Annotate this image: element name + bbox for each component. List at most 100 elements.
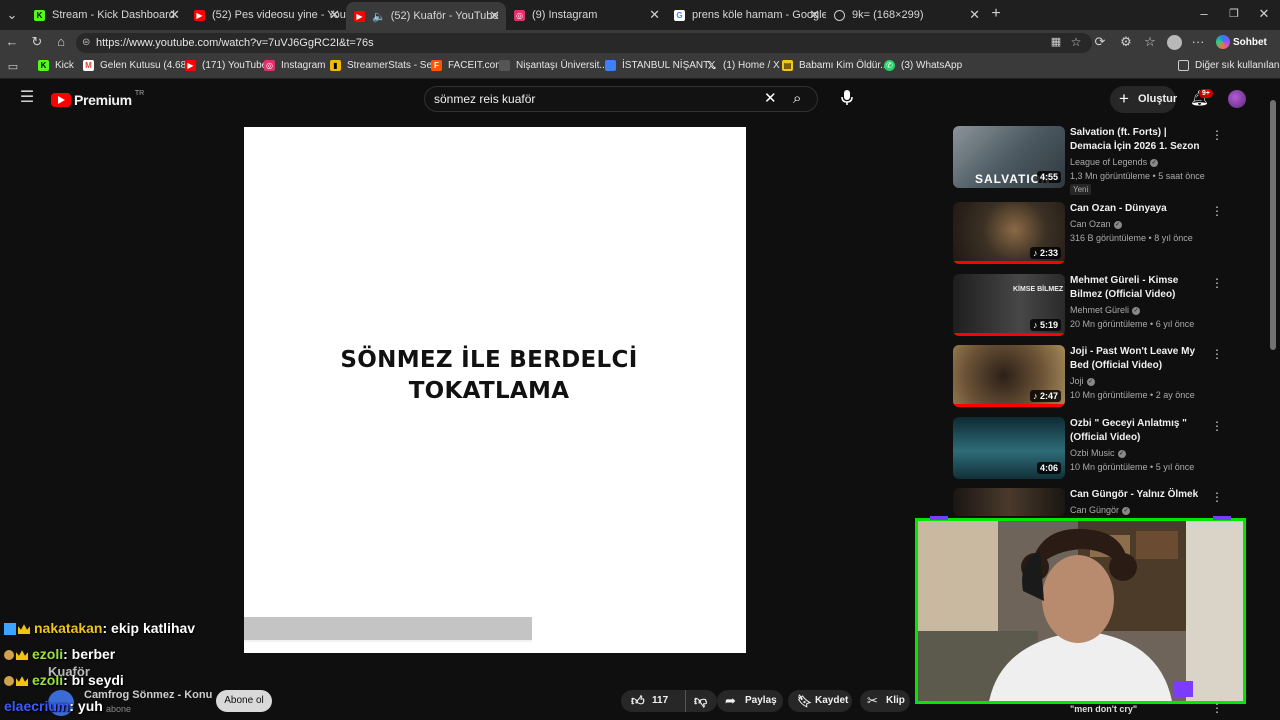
refresh-extension-icon[interactable]: ⟳ xyxy=(1093,34,1107,50)
browser-tab[interactable]: ▶ (52) Pes videosu yine - YouTube ✕ xyxy=(186,4,346,26)
maximize-icon[interactable]: ❐ xyxy=(1226,6,1242,22)
favorites-icon[interactable]: ☆ xyxy=(1143,34,1157,50)
bookmark-item[interactable]: Nişantaşı Üniversit... xyxy=(499,60,608,71)
plus-icon: + xyxy=(1119,89,1129,108)
watched-progress-bar xyxy=(953,333,1065,336)
share-button[interactable]: ➦ Paylaş xyxy=(717,690,783,712)
related-video-card[interactable]: SALVATION 4:55 Salvation (ft. Forts) | D… xyxy=(953,126,1223,195)
video-thumbnail[interactable]: 4:06 xyxy=(953,417,1065,479)
more-options-icon[interactable]: ⋮ xyxy=(1211,347,1223,361)
more-options-icon[interactable]: ⋮ xyxy=(1211,701,1223,715)
more-options-icon[interactable]: ⋮ xyxy=(1211,419,1223,433)
kick-icon: K xyxy=(34,9,45,21)
close-tab-icon[interactable]: ✕ xyxy=(649,7,660,23)
gmail-icon: M xyxy=(83,60,94,71)
watched-progress-bar xyxy=(953,261,1065,264)
sidebar-toggle-icon[interactable]: ▭ xyxy=(6,59,20,75)
crown-badge-icon xyxy=(16,650,28,661)
hamburger-menu-icon[interactable]: ☰ xyxy=(18,90,36,106)
bookmark-item[interactable]: ✆ (3) WhatsApp xyxy=(884,60,962,71)
related-video-card[interactable]: ♪ 2:33 Can Ozan - Dünyaya Can Ozan ✓ 316 … xyxy=(953,202,1223,268)
more-options-icon[interactable]: ⋮ xyxy=(1211,128,1223,142)
more-menu-icon[interactable]: ··· xyxy=(1191,34,1205,50)
bookmark-save-icon: 🔖︎ xyxy=(797,694,813,708)
browser-tab[interactable]: 9k= (168×299) ✕ xyxy=(826,4,986,26)
back-icon[interactable]: ← xyxy=(4,34,20,50)
bookmark-item[interactable]: 𝕏 (1) Home / X xyxy=(706,60,780,72)
search-icon[interactable]: ⌕ xyxy=(793,87,801,111)
save-button[interactable]: 🔖︎ Kaydet xyxy=(788,690,852,712)
related-video-card[interactable]: ♪ 2:47 Joji - Past Won't Leave My Bed (O… xyxy=(953,345,1223,411)
browser-tab[interactable]: G prens köle hamam - Google'da Ar ✕ xyxy=(666,4,826,26)
youtube-premium-logo[interactable]: Premium TR xyxy=(51,90,144,109)
page-scrollbar[interactable] xyxy=(1270,100,1276,350)
favorite-star-icon[interactable]: ☆ xyxy=(1069,34,1083,50)
bookmark-item[interactable]: ▮ StreamerStats - Se... xyxy=(330,60,440,71)
copilot-icon xyxy=(1216,35,1230,49)
voice-search-icon[interactable] xyxy=(840,90,854,106)
watched-progress-bar xyxy=(953,404,1065,407)
copilot-button[interactable]: Sohbet et xyxy=(1213,33,1277,67)
more-options-icon[interactable]: ⋮ xyxy=(1211,276,1223,290)
close-window-icon[interactable]: ✕ xyxy=(1256,6,1272,22)
video-thumbnail[interactable]: KİMSE BİLMEZ ♪ 5:19 xyxy=(953,274,1065,336)
video-thumbnail[interactable]: ♪ 2:47 xyxy=(953,345,1065,407)
share-icon: ➦ xyxy=(725,693,736,708)
extensions-icon[interactable]: ⚙ xyxy=(1119,34,1133,50)
tab-search-icon[interactable]: ⌄ xyxy=(4,7,20,23)
bookmark-item[interactable]: F FACEIT.com xyxy=(431,60,504,71)
subscribe-button[interactable]: Abone ol xyxy=(216,690,272,712)
video-thumbnail[interactable] xyxy=(953,488,1065,516)
video-player[interactable]: SÖNMEZ İLE BERDELCİ TOKATLAMA xyxy=(244,127,746,653)
whatsapp-icon: ✆ xyxy=(884,60,895,71)
speaker-icon[interactable]: 🔈 xyxy=(372,10,386,23)
clip-button[interactable]: ✂ Klip xyxy=(860,690,910,712)
reload-icon[interactable]: ↻ xyxy=(29,34,45,50)
user-badge-icon xyxy=(4,676,14,687)
close-tab-icon[interactable]: ✕ xyxy=(969,7,980,23)
other-bookmarks-folder[interactable]: Diğer sık kullanılan xyxy=(1178,60,1279,71)
related-video-card[interactable]: 4:06 Ozbi " Geceyi Anlatmış " (Official … xyxy=(953,417,1223,483)
bookmark-item[interactable]: ▤ Babamı Kim Öldür... xyxy=(782,60,888,71)
avatar[interactable] xyxy=(1167,35,1182,50)
close-tab-icon[interactable]: ✕ xyxy=(329,7,340,23)
browser-tab[interactable]: ◎ (9) Instagram ✕ xyxy=(506,4,666,26)
related-video-title-partial[interactable]: "men don't cry" xyxy=(1070,704,1137,714)
thumbs-down-icon[interactable]: 👎︎ xyxy=(685,690,707,712)
new-tab-icon[interactable]: + xyxy=(988,6,1004,22)
scissors-icon: ✂ xyxy=(867,693,878,708)
search-input[interactable]: sönmez reis kuaför ✕ ⌕ xyxy=(424,86,818,112)
minimize-icon[interactable]: – xyxy=(1196,6,1212,22)
like-button[interactable]: 👍︎ 117 👎︎ xyxy=(621,690,717,712)
youtube-icon: ▶ xyxy=(194,9,205,21)
bookmark-item[interactable]: K Kick xyxy=(38,60,74,71)
site-info-icon[interactable]: ⊜ xyxy=(82,33,90,53)
url-field[interactable]: ⊜ https://www.youtube.com/watch?v=7uVJ6G… xyxy=(76,33,1092,53)
apps-icon[interactable]: ▦ xyxy=(1049,34,1063,50)
channel-name[interactable]: Camfrog Sönmez - Konu xyxy=(84,689,212,701)
bookmark-item[interactable]: M Gelen Kutusu (4.68... xyxy=(83,60,195,71)
video-thumbnail[interactable]: SALVATION 4:55 xyxy=(953,126,1065,188)
close-tab-icon[interactable]: ✕ xyxy=(489,8,500,24)
bookmark-item[interactable]: İSTANBUL NİŞANT... xyxy=(605,60,716,71)
chat-message: nakatakan: ekip katlihav xyxy=(4,620,195,636)
more-options-icon[interactable]: ⋮ xyxy=(1211,204,1223,218)
verified-icon: ✓ xyxy=(1150,158,1159,167)
clear-search-icon[interactable]: ✕ xyxy=(764,87,777,111)
music-note-icon: ♪ xyxy=(1032,320,1040,330)
close-tab-icon[interactable]: ✕ xyxy=(809,7,820,23)
address-bar-row: ← ↻ ⌂ ⊜ https://www.youtube.com/watch?v=… xyxy=(0,30,1280,67)
more-options-icon[interactable]: ⋮ xyxy=(1211,490,1223,504)
browser-tab-active[interactable]: ▶ 🔈 (52) Kuaför - YouTube ✕ xyxy=(346,2,506,30)
related-video-card[interactable]: KİMSE BİLMEZ ♪ 5:19 Mehmet Güreli - Kims… xyxy=(953,274,1223,340)
bookmark-item[interactable]: ▶ (171) YouTube xyxy=(185,60,267,71)
new-badge: Yeni xyxy=(1070,184,1092,195)
browser-tab[interactable]: K Stream - Kick Dashboard ✕ xyxy=(26,4,186,26)
account-avatar[interactable] xyxy=(1228,90,1246,108)
video-thumbnail[interactable]: ♪ 2:33 xyxy=(953,202,1065,264)
film-icon: ▤ xyxy=(782,60,793,71)
bookmark-item[interactable]: ◎ Instagram xyxy=(264,60,325,71)
verified-icon: ✓ xyxy=(1117,449,1126,458)
close-tab-icon[interactable]: ✕ xyxy=(169,7,180,23)
home-icon[interactable]: ⌂ xyxy=(53,34,69,50)
